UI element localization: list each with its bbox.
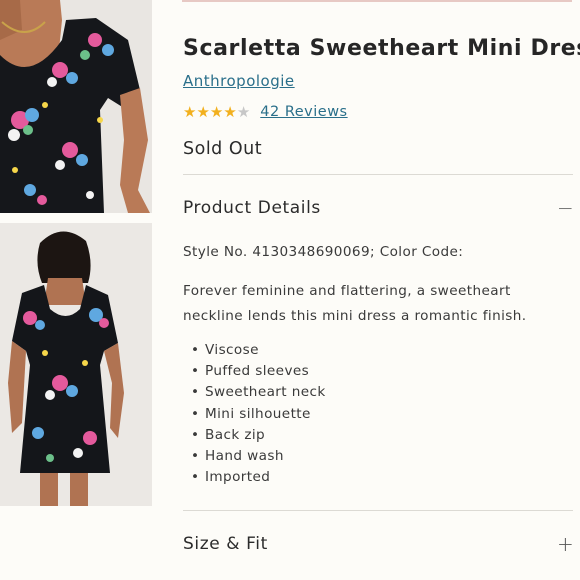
feature-text: Sweetheart neck [205, 384, 326, 401]
divider [183, 174, 573, 175]
feature-list: • Viscose • Puffed sleeves • Sweetheart neck •… [191, 340, 326, 488]
product-image-front[interactable] [0, 0, 152, 213]
feature-item: • Imported [191, 467, 326, 488]
product-image-back[interactable] [0, 223, 152, 506]
bullet-icon: • [191, 363, 200, 380]
star-empty-icon: ★ [236, 103, 251, 121]
stock-status: Sold Out [183, 139, 263, 159]
back-photo-illustration [0, 223, 152, 506]
size-fit-title: Size & Fit [183, 534, 268, 554]
feature-item: • Hand wash [191, 446, 326, 467]
bullet-icon: • [191, 448, 200, 465]
brand-link[interactable]: Anthropologie [183, 72, 295, 90]
bullet-icon: • [191, 469, 200, 486]
size-fit-header[interactable]: Size & Fit + [183, 532, 574, 556]
style-number: Style No. 4130348690069; Color Code: [183, 244, 464, 260]
star-filled-icon: ★ [223, 103, 237, 121]
feature-text: Viscose [205, 342, 259, 358]
divider [183, 510, 573, 511]
bullet-icon: • [191, 405, 200, 422]
feature-text: Puffed sleeves [205, 363, 310, 380]
product-description: Forever feminine and flattering, a sweet… [183, 283, 527, 324]
bullet-icon: • [191, 342, 200, 358]
bullet-icon: • [191, 384, 200, 401]
feature-text: Mini silhouette [205, 405, 311, 422]
rating-summary: ★ ★ ★ ★ ★ 42 Reviews [183, 103, 348, 121]
feature-item: • Back zip [191, 425, 326, 446]
star-filled-icon: ★ [196, 103, 210, 121]
star-filled-icon: ★ [183, 103, 197, 121]
feature-item: • Viscose [191, 340, 326, 361]
product-details-header[interactable]: Product Details − [183, 196, 574, 220]
product-title: Scarletta Sweetheart Mini Dress [183, 36, 580, 61]
feature-item: • Puffed sleeves [191, 361, 326, 382]
expand-icon[interactable]: + [557, 532, 574, 556]
star-rating: ★ ★ ★ ★ ★ [183, 103, 250, 121]
product-image-gallery [0, 0, 152, 580]
feature-item: • Sweetheart neck [191, 382, 326, 403]
feature-text: Imported [205, 469, 271, 486]
feature-text: Hand wash [205, 448, 284, 465]
collapse-icon[interactable]: − [557, 196, 574, 220]
feature-item: • Mini silhouette [191, 404, 326, 425]
star-filled-icon: ★ [209, 103, 224, 121]
bullet-icon: • [191, 426, 200, 443]
product-details-title: Product Details [183, 198, 321, 218]
product-info-panel: Scarletta Sweetheart Mini Dress Anthropo… [183, 0, 580, 580]
feature-text: Back zip [205, 426, 266, 443]
front-photo-illustration [0, 0, 152, 213]
reviews-link[interactable]: 42 Reviews [260, 104, 347, 120]
